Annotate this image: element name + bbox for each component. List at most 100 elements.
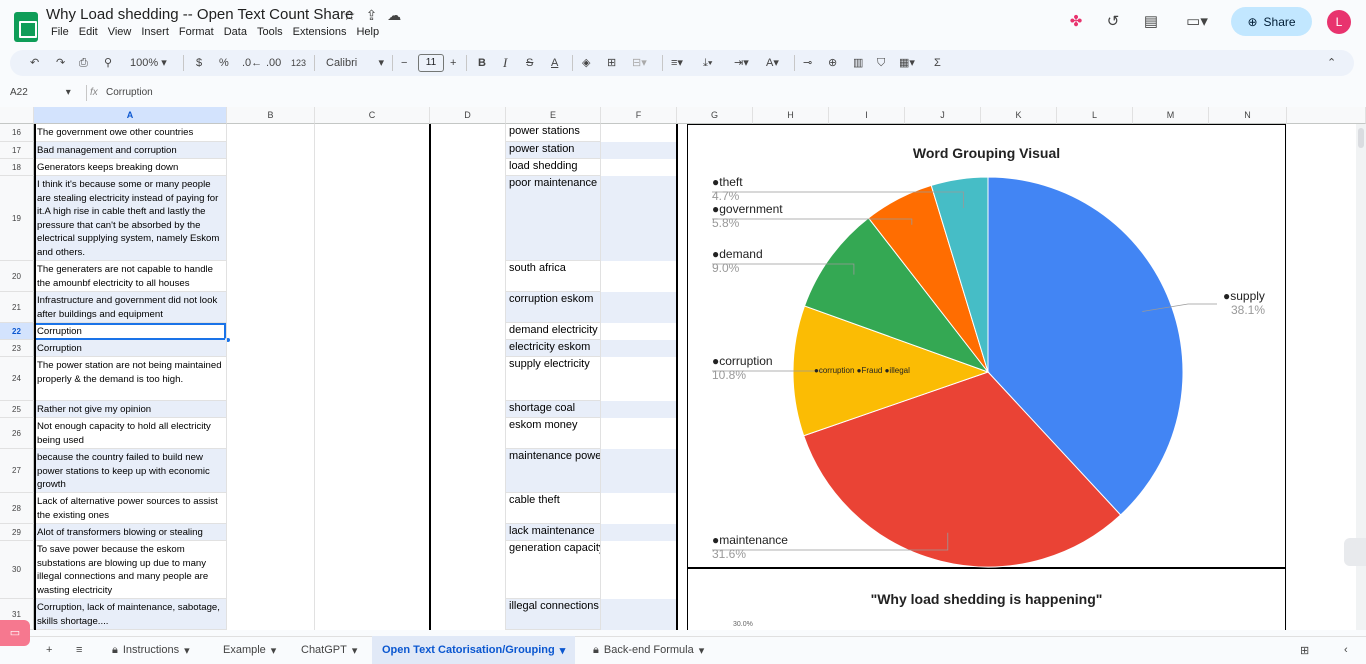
collapse-toolbar-icon[interactable]: ⌃ (1327, 55, 1336, 71)
cell-a21[interactable]: Infrastructure and government did not lo… (34, 292, 226, 323)
cell-e28[interactable]: cable theft (506, 493, 600, 524)
currency-button[interactable]: $ (196, 55, 202, 71)
cell-e22[interactable]: demand electricity (506, 323, 600, 340)
cell-e27[interactable]: maintenance power (506, 449, 600, 493)
column-header-k[interactable]: K (981, 107, 1057, 124)
increase-decimal-button[interactable]: .00 (266, 55, 281, 71)
decrease-decimal-button[interactable]: .0← (242, 55, 262, 71)
move-icon[interactable]: ⇪ (366, 7, 378, 24)
menu-insert[interactable]: Insert (136, 26, 174, 38)
column-header-m[interactable]: M (1133, 107, 1209, 124)
gemini-icon[interactable]: ✤ (1066, 12, 1086, 32)
row-header[interactable]: 24 (0, 357, 34, 401)
document-title[interactable]: Why Load shedding -- Open Text Count Sha… (46, 6, 353, 23)
cell-a19[interactable]: I think it's because some or many people… (34, 176, 226, 261)
align-icon[interactable]: ≡▾ (671, 55, 683, 71)
tab-example[interactable]: Example ▾ (213, 636, 286, 664)
italic-button[interactable]: I (503, 55, 507, 71)
scrollbar-thumb[interactable] (1358, 128, 1364, 148)
percent-button[interactable]: % (219, 55, 229, 71)
cell-a23[interactable]: Corruption (34, 340, 226, 357)
print-icon[interactable]: ⎙ (79, 55, 88, 71)
row-header[interactable]: 25 (0, 401, 34, 418)
menu-help[interactable]: Help (351, 26, 384, 38)
cell-e16[interactable]: power stations (506, 124, 600, 142)
cell-e31[interactable]: illegal connections (506, 599, 600, 630)
bar-chart-partial[interactable]: "Why load shedding is happening" 30.0% (687, 568, 1286, 630)
insert-chart-icon[interactable]: ▥ (853, 55, 863, 71)
select-all-corner[interactable] (0, 107, 34, 124)
bold-button[interactable]: B (478, 55, 486, 71)
share-button[interactable]: ⊕ Share (1231, 7, 1312, 36)
cell-a29[interactable]: Alot of transformers blowing or stealing (34, 524, 226, 541)
column-header-i[interactable]: I (829, 107, 905, 124)
font-size-increase[interactable]: + (450, 55, 456, 71)
menu-data[interactable]: Data (219, 26, 252, 38)
row-header[interactable]: 30 (0, 541, 34, 599)
tab-back-end-formula[interactable]: 🔒︎ Back-end Formula ▾ (583, 636, 714, 664)
paint-format-icon[interactable]: ⚲ (104, 55, 112, 71)
column-header-h[interactable]: H (753, 107, 829, 124)
row-header[interactable]: 18 (0, 159, 34, 176)
column-header-j[interactable]: J (905, 107, 981, 124)
tab-open-text-catorisation[interactable]: Open Text Catorisation/Grouping ▾ (372, 636, 576, 664)
comment-icon[interactable]: ⊕ (828, 55, 837, 71)
cell-a28[interactable]: Lack of alternative power sources to ass… (34, 493, 226, 524)
font-select[interactable]: Calibri ▾ (326, 55, 384, 71)
text-wrap-icon[interactable]: ⇥▾ (734, 55, 749, 71)
column-header-n[interactable]: N (1209, 107, 1287, 124)
merge-cells-icon[interactable]: ⊟▾ (632, 55, 647, 71)
fill-color-icon[interactable]: ◈ (582, 55, 590, 71)
cell-a22-selected[interactable]: Corruption (34, 323, 226, 340)
avatar[interactable]: L (1327, 10, 1351, 34)
row-header[interactable]: 26 (0, 418, 34, 449)
meet-icon[interactable]: ▭▾ (1180, 12, 1214, 32)
side-panel-toggle[interactable] (1344, 538, 1366, 566)
cell-e18[interactable]: load shedding (506, 159, 600, 176)
cell-e17[interactable]: power station (506, 142, 600, 159)
font-size-input[interactable]: 11 (418, 54, 444, 72)
menu-edit[interactable]: Edit (74, 26, 103, 38)
all-sheets-button[interactable]: ≡ (66, 636, 92, 664)
cell-e25[interactable]: shortage coal (506, 401, 600, 418)
strikethrough-button[interactable]: S (526, 55, 533, 71)
row-header[interactable]: 28 (0, 493, 34, 524)
row-header-selected[interactable]: 22 (0, 323, 34, 340)
cell-a17[interactable]: Bad management and corruption (34, 142, 226, 159)
sheets-logo[interactable] (14, 12, 38, 42)
cell-e26[interactable]: eskom money (506, 418, 600, 449)
functions-icon[interactable]: Σ (934, 55, 941, 71)
cell-a25[interactable]: Rather not give my opinion (34, 401, 226, 418)
menu-extensions[interactable]: Extensions (288, 26, 352, 38)
cell-e30[interactable]: generation capacity (506, 541, 600, 599)
text-rotation-icon[interactable]: A▾ (766, 55, 779, 71)
borders-icon[interactable]: ⊞ (607, 55, 616, 71)
cell-a26[interactable]: Not enough capacity to hold all electric… (34, 418, 226, 449)
cell-a30[interactable]: To save power because the eskom substati… (34, 541, 226, 599)
row-header[interactable]: 21 (0, 292, 34, 323)
menu-tools[interactable]: Tools (252, 26, 288, 38)
column-header-l[interactable]: L (1057, 107, 1133, 124)
cell-a24[interactable]: The power station are not being maintain… (34, 357, 226, 401)
formula-input[interactable]: Corruption (106, 87, 153, 98)
column-header-c[interactable]: C (315, 107, 430, 124)
row-header[interactable]: 16 (0, 124, 34, 142)
cell-a16[interactable]: The government owe other countries (34, 124, 226, 142)
undo-icon[interactable]: ↶ (30, 55, 39, 71)
text-color-button[interactable]: A (551, 55, 558, 71)
pie-chart[interactable]: Word Grouping Visual ●supply 38.1% ●mainte… (687, 124, 1286, 568)
column-header-f[interactable]: F (601, 107, 677, 124)
record-icon[interactable]: ▭ (0, 620, 30, 646)
cell-a20[interactable]: The generaters are not capable to handle… (34, 261, 226, 292)
redo-icon[interactable]: ↷ (56, 55, 65, 71)
row-header[interactable]: 27 (0, 449, 34, 493)
row-header[interactable]: 29 (0, 524, 34, 541)
cell-a18[interactable]: Generators keeps breaking down (34, 159, 226, 176)
cell-e19[interactable]: poor maintenance (506, 176, 600, 261)
cell-a27[interactable]: because the country failed to build new … (34, 449, 226, 493)
row-header[interactable]: 17 (0, 142, 34, 159)
cell-a31[interactable]: Corruption, lack of maintenance, sabotag… (34, 599, 226, 630)
menu-file[interactable]: File (46, 26, 74, 38)
vertical-align-icon[interactable]: ⤓▾ (703, 55, 712, 71)
cell-e23[interactable]: electricity eskom (506, 340, 600, 357)
